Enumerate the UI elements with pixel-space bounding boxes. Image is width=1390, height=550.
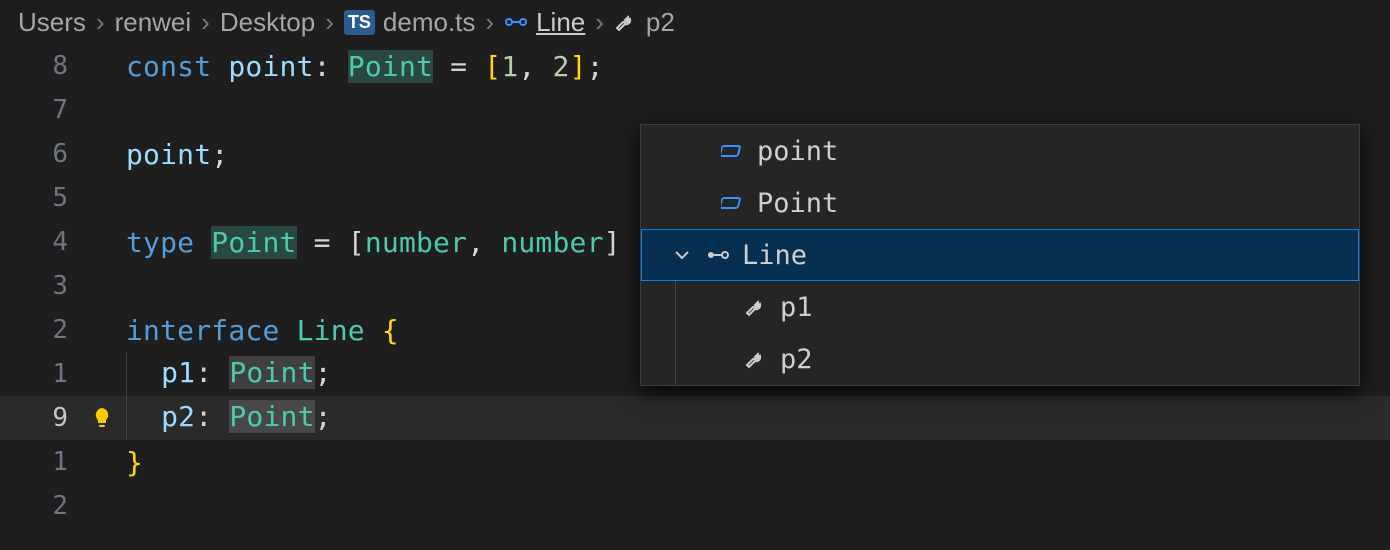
breadcrumb-file[interactable]: TS demo.ts — [344, 7, 476, 38]
outline-item-point-type[interactable]: Point — [641, 177, 1359, 229]
line-number: 1 — [0, 447, 78, 477]
line-number: 8 — [0, 51, 78, 81]
ts-file-icon: TS — [344, 10, 375, 35]
breadcrumb-users[interactable]: Users — [18, 7, 86, 38]
line-number: 7 — [0, 95, 78, 125]
code-content: interface Line { — [126, 314, 399, 347]
line-number: 2 — [0, 315, 78, 345]
lightbulb-icon[interactable] — [78, 406, 126, 430]
code-line[interactable]: 8 const point: Point = [1, 2]; — [0, 44, 1390, 88]
code-line[interactable]: 2 — [0, 484, 1390, 528]
code-line-current[interactable]: 9 p2: Point; — [0, 396, 1390, 440]
wrench-icon — [744, 295, 768, 319]
outline-item-p1[interactable]: p1 — [675, 281, 1359, 333]
variable-icon — [721, 139, 745, 163]
breadcrumb-symbol-p2[interactable]: p2 — [614, 7, 675, 38]
outline-item-p2[interactable]: p2 — [675, 333, 1359, 385]
line-number: 3 — [0, 271, 78, 301]
line-number: 9 — [0, 403, 78, 433]
breadcrumb-sep: › — [195, 7, 216, 38]
wrench-icon — [744, 347, 768, 371]
line-number: 1 — [0, 359, 78, 389]
variable-icon — [721, 191, 745, 215]
line-number: 6 — [0, 139, 78, 169]
code-content: point; — [126, 138, 228, 171]
wrench-icon — [614, 10, 638, 34]
line-number: 5 — [0, 183, 78, 213]
code-content: type Point = [number, number] — [126, 226, 621, 259]
breadcrumb-sep: › — [479, 7, 500, 38]
chevron-down-icon[interactable] — [670, 243, 694, 267]
breadcrumb-sep: › — [90, 7, 111, 38]
breadcrumb-desktop[interactable]: Desktop — [220, 7, 315, 38]
breadcrumb-sep: › — [589, 7, 610, 38]
breadcrumb: Users › renwei › Desktop › TS demo.ts › … — [0, 0, 1390, 44]
interface-icon — [706, 243, 730, 267]
code-content: p2: Point; — [126, 396, 332, 440]
code-editor[interactable]: 8 const point: Point = [1, 2]; 7 6 point… — [0, 44, 1390, 528]
breadcrumb-renwei[interactable]: renwei — [115, 7, 192, 38]
interface-icon — [504, 10, 528, 34]
line-number: 4 — [0, 227, 78, 257]
breadcrumb-outline-popup: point Point Line p1 p2 — [640, 124, 1360, 386]
outline-item-point-var[interactable]: point — [641, 125, 1359, 177]
code-content: p1: Point; — [126, 352, 332, 396]
breadcrumb-sep: › — [319, 7, 340, 38]
line-number: 2 — [0, 491, 78, 521]
code-content: } — [126, 446, 143, 479]
code-line[interactable]: 1 } — [0, 440, 1390, 484]
outline-item-line[interactable]: Line — [641, 229, 1359, 281]
code-content: const point: Point = [1, 2]; — [126, 50, 604, 83]
breadcrumb-symbol-line[interactable]: Line — [504, 7, 585, 38]
